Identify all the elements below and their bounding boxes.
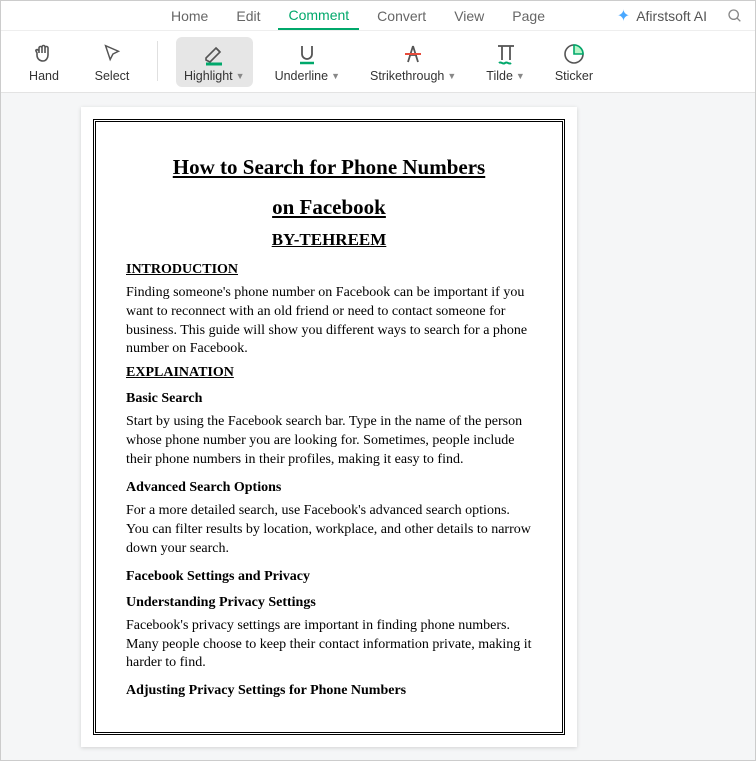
tool-hand-label: Hand [29, 69, 59, 83]
subheading-basic-search: Basic Search [126, 391, 532, 407]
tilde-icon [494, 41, 518, 67]
toolbar: Hand Select Highlight ▼ Underline ▼ Stri… [1, 31, 755, 93]
subheading-adjusting-privacy: Adjusting Privacy Settings for Phone Num… [126, 683, 532, 699]
tab-page[interactable]: Page [502, 3, 555, 29]
ai-button[interactable]: ✦ Afirstsoft AI [617, 6, 707, 26]
doc-byline: BY-TEHREEM [126, 230, 532, 250]
document-canvas[interactable]: How to Search for Phone Numbers on Faceb… [1, 93, 755, 760]
paragraph-basic-search: Start by using the Facebook search bar. … [126, 413, 532, 470]
heading-introduction: INTRODUCTION [126, 262, 532, 278]
document-page[interactable]: How to Search for Phone Numbers on Faceb… [81, 107, 577, 747]
tool-tilde[interactable]: Tilde ▼ [478, 37, 533, 87]
chevron-down-icon: ▼ [331, 71, 340, 81]
tab-convert[interactable]: Convert [367, 3, 436, 29]
tab-comment[interactable]: Comment [278, 2, 359, 30]
underline-icon [295, 41, 319, 67]
search-button[interactable] [727, 8, 743, 24]
tool-select-label: Select [95, 69, 130, 83]
highlighter-icon [202, 41, 226, 67]
sparkle-icon: ✦ [617, 6, 630, 26]
chevron-down-icon: ▼ [236, 71, 245, 81]
strikethrough-icon [401, 41, 425, 67]
tab-view[interactable]: View [444, 3, 494, 29]
tab-home[interactable]: Home [161, 3, 218, 29]
subheading-advanced: Advanced Search Options [126, 480, 532, 496]
tool-sticker[interactable]: Sticker [547, 37, 601, 87]
page-content: How to Search for Phone Numbers on Faceb… [93, 119, 565, 735]
top-tab-bar: Home Edit Comment Convert View Page ✦ Af… [1, 1, 755, 31]
search-icon [727, 8, 743, 24]
chevron-down-icon: ▼ [447, 71, 456, 81]
subheading-fb-settings: Facebook Settings and Privacy [126, 569, 532, 585]
heading-explanation: EXPLAINATION [126, 365, 532, 381]
tool-strikethrough[interactable]: Strikethrough ▼ [362, 37, 464, 87]
tool-underline[interactable]: Underline ▼ [267, 37, 348, 87]
cursor-icon [101, 41, 123, 67]
paragraph-advanced: For a more detailed search, use Facebook… [126, 502, 532, 559]
paragraph-privacy: Facebook's privacy settings are importan… [126, 617, 532, 674]
tool-highlight[interactable]: Highlight ▼ [176, 37, 253, 87]
subheading-understanding-privacy: Understanding Privacy Settings [126, 595, 532, 611]
tool-tilde-label: Tilde [486, 69, 513, 83]
chevron-down-icon: ▼ [516, 71, 525, 81]
hand-icon [32, 41, 56, 67]
paragraph-introduction: Finding someone's phone number on Facebo… [126, 284, 532, 360]
ai-label: Afirstsoft AI [636, 8, 707, 24]
tool-strikethrough-label: Strikethrough [370, 69, 444, 83]
tool-highlight-label: Highlight [184, 69, 233, 83]
doc-title-line1: How to Search for Phone Numbers [126, 148, 532, 188]
tool-select[interactable]: Select [85, 37, 139, 87]
toolbar-separator [157, 41, 158, 81]
tool-hand[interactable]: Hand [17, 37, 71, 87]
tab-edit[interactable]: Edit [226, 3, 270, 29]
sticker-icon [562, 41, 586, 67]
tool-sticker-label: Sticker [555, 69, 593, 83]
doc-title-line2: on Facebook [126, 188, 532, 228]
tool-underline-label: Underline [275, 69, 329, 83]
